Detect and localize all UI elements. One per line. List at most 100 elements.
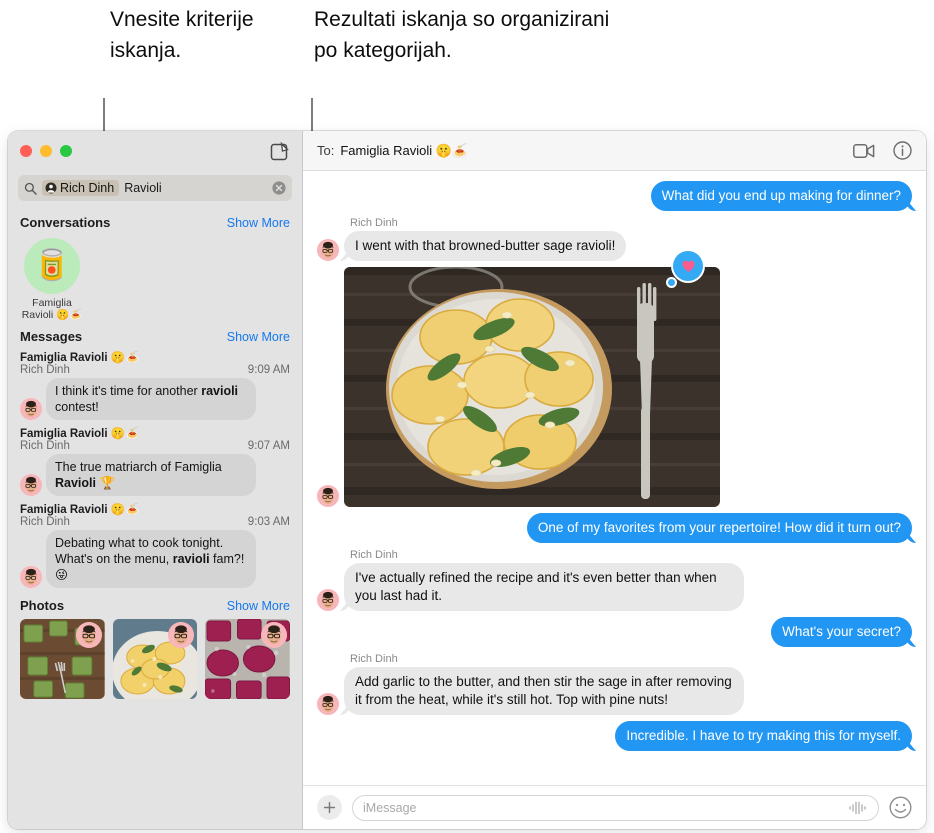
message-result-body: The true matriarch of Famiglia Ravioli 🏆 bbox=[20, 454, 290, 496]
plus-icon[interactable] bbox=[317, 795, 342, 820]
window-controls bbox=[20, 145, 72, 157]
search-input-text[interactable]: Ravioli bbox=[124, 181, 267, 195]
message-result-meta: Famiglia Ravioli 🤫🍝 bbox=[20, 350, 290, 364]
message-result-text: I think it's time for another ravioli co… bbox=[46, 378, 256, 420]
message-row-outgoing: What's your secret? bbox=[317, 617, 912, 647]
message-composer: iMessage bbox=[303, 785, 926, 829]
avatar bbox=[317, 239, 339, 261]
conversation-header: To: Famiglia Ravioli 🤫🍝 bbox=[303, 131, 926, 171]
message-result-body: Debating what to cook tonight. What's on… bbox=[20, 530, 290, 588]
video-camera-icon[interactable] bbox=[853, 143, 875, 159]
avatar bbox=[20, 566, 42, 588]
message-bubble-outgoing[interactable]: What did you end up making for dinner? bbox=[650, 181, 912, 211]
photos-results-list bbox=[8, 617, 302, 709]
message-result-time: 9:09 AM bbox=[247, 364, 290, 376]
to-label: To: bbox=[317, 143, 335, 158]
message-result-conversation: Famiglia Ravioli 🤫🍝 bbox=[20, 352, 140, 364]
section-header-conversations: Conversations Show More bbox=[8, 209, 302, 234]
conversations-list: 🥫 Famiglia Ravioli 🤫🍝 bbox=[8, 234, 302, 323]
message-result-item[interactable]: Famiglia Ravioli 🤫🍝 Rich Dinh 9:09 AM I thi… bbox=[8, 348, 302, 424]
minimize-button[interactable] bbox=[40, 145, 52, 157]
conversation-name: Famiglia Ravioli 🤫🍝 bbox=[21, 297, 83, 321]
conversation-pane: To: Famiglia Ravioli 🤫🍝 What did you end… bbox=[303, 131, 926, 829]
message-bubble-outgoing[interactable]: What's your secret? bbox=[771, 617, 912, 647]
search-term-highlight: ravioli bbox=[172, 552, 210, 566]
photo-result-thumbnail[interactable] bbox=[20, 619, 105, 699]
zoom-button[interactable] bbox=[60, 145, 72, 157]
search-bar[interactable]: Rich Dinh Ravioli bbox=[8, 171, 302, 209]
photo-result-thumbnail[interactable] bbox=[205, 619, 291, 699]
avatar bbox=[317, 485, 339, 507]
message-result-time: 9:03 AM bbox=[247, 516, 290, 528]
message-bubble-incoming[interactable]: Add garlic to the butter, and then stir … bbox=[344, 667, 744, 715]
message-result-submeta: Rich Dinh 9:09 AM bbox=[20, 364, 290, 376]
recipient-name[interactable]: Famiglia Ravioli 🤫🍝 bbox=[340, 143, 468, 159]
incoming-message-group: Rich Dinh I went with that browned-butter… bbox=[344, 217, 627, 261]
message-bubble-incoming[interactable]: I went with that browned-butter sage rav… bbox=[344, 231, 627, 261]
person-circle-icon bbox=[45, 182, 57, 194]
search-field[interactable]: Rich Dinh Ravioli bbox=[18, 175, 292, 201]
message-sender-name: Rich Dinh bbox=[350, 217, 398, 229]
avatar bbox=[261, 622, 288, 648]
message-thread: What did you end up making for dinner? Ri… bbox=[303, 171, 926, 785]
message-result-body: I think it's time for another ravioli co… bbox=[20, 378, 290, 420]
conversation-item[interactable]: 🥫 Famiglia Ravioli 🤫🍝 bbox=[20, 238, 84, 321]
photo-attachment[interactable] bbox=[344, 267, 720, 507]
emoji-smiley-icon[interactable] bbox=[889, 796, 912, 819]
section-title-photos: Photos bbox=[20, 598, 65, 613]
message-sender-name: Rich Dinh bbox=[350, 549, 398, 561]
message-row-incoming: Rich Dinh I went with that browned-butter… bbox=[317, 217, 912, 261]
section-header-messages: Messages Show More bbox=[8, 323, 302, 348]
clear-circle-icon[interactable] bbox=[272, 181, 286, 195]
message-result-meta: Famiglia Ravioli 🤫🍝 bbox=[20, 426, 290, 440]
avatar bbox=[317, 693, 339, 715]
message-result-sender: Rich Dinh bbox=[20, 364, 70, 376]
avatar bbox=[75, 622, 102, 648]
photo-result-thumbnail[interactable] bbox=[112, 619, 198, 699]
messages-results-list: Famiglia Ravioli 🤫🍝 Rich Dinh 9:09 AM I thi… bbox=[8, 348, 302, 592]
section-title-messages: Messages bbox=[20, 329, 83, 344]
section-header-photos: Photos Show More bbox=[8, 592, 302, 617]
show-more-photos[interactable]: Show More bbox=[227, 599, 290, 613]
message-result-item[interactable]: Famiglia Ravioli 🤫🍝 Rich Dinh 9:03 AM Debat… bbox=[8, 500, 302, 592]
heart-icon bbox=[681, 260, 695, 272]
message-row-outgoing: Incredible. I have to try making this fo… bbox=[317, 721, 912, 751]
search-icon bbox=[24, 182, 37, 195]
message-result-submeta: Rich Dinh 9:07 AM bbox=[20, 440, 290, 452]
incoming-message-group: Rich Dinh Add garlic to the butter, and t… bbox=[344, 653, 744, 715]
message-result-sender: Rich Dinh bbox=[20, 440, 70, 452]
callout-search-criteria: Vnesite kriterije iskanja. bbox=[110, 8, 254, 62]
message-bubble-outgoing[interactable]: Incredible. I have to try making this fo… bbox=[615, 721, 912, 751]
callout-results-categories: Rezultati iskanja so organizirani po kat… bbox=[314, 8, 610, 62]
imessage-input[interactable]: iMessage bbox=[352, 794, 879, 821]
heart-reaction-badge[interactable] bbox=[668, 251, 703, 286]
message-sender-name: Rich Dinh bbox=[350, 653, 398, 665]
messages-app-window: Rich Dinh Ravioli Conversations Show Mor… bbox=[8, 131, 926, 829]
search-term-highlight: ravioli bbox=[201, 384, 239, 398]
sidebar-titlebar bbox=[8, 131, 302, 171]
search-token-rich-dinh[interactable]: Rich Dinh bbox=[42, 180, 120, 196]
message-bubble-outgoing[interactable]: One of my favorites from your repertoire… bbox=[526, 513, 912, 543]
search-token-label: Rich Dinh bbox=[60, 181, 115, 195]
close-button[interactable] bbox=[20, 145, 32, 157]
avatar bbox=[20, 474, 42, 496]
info-circle-icon[interactable] bbox=[893, 141, 912, 160]
compose-icon[interactable] bbox=[270, 141, 290, 161]
show-more-messages[interactable]: Show More bbox=[227, 330, 290, 344]
show-more-conversations[interactable]: Show More bbox=[227, 216, 290, 230]
message-row-outgoing: What did you end up making for dinner? bbox=[317, 181, 912, 211]
message-bubble-incoming[interactable]: I've actually refined the recipe and it'… bbox=[344, 563, 744, 611]
message-result-item[interactable]: Famiglia Ravioli 🤫🍝 Rich Dinh 9:07 AM The t… bbox=[8, 424, 302, 500]
conversation-avatar: 🥫 bbox=[24, 238, 80, 294]
section-title-conversations: Conversations bbox=[20, 215, 111, 230]
audio-waveform-icon[interactable] bbox=[848, 801, 868, 815]
message-result-text: Debating what to cook tonight. What's on… bbox=[46, 530, 256, 588]
search-results: Conversations Show More 🥫 Famiglia Ravio… bbox=[8, 209, 302, 829]
message-row-incoming: Rich Dinh Add garlic to the butter, and t… bbox=[317, 653, 912, 715]
message-row-outgoing: One of my favorites from your repertoire… bbox=[317, 513, 912, 543]
message-row-attachment bbox=[317, 251, 912, 507]
message-row-incoming: Rich Dinh I've actually refined the recip… bbox=[317, 549, 912, 611]
message-result-submeta: Rich Dinh 9:03 AM bbox=[20, 516, 290, 528]
sidebar: Rich Dinh Ravioli Conversations Show Mor… bbox=[8, 131, 303, 829]
avatar bbox=[317, 589, 339, 611]
